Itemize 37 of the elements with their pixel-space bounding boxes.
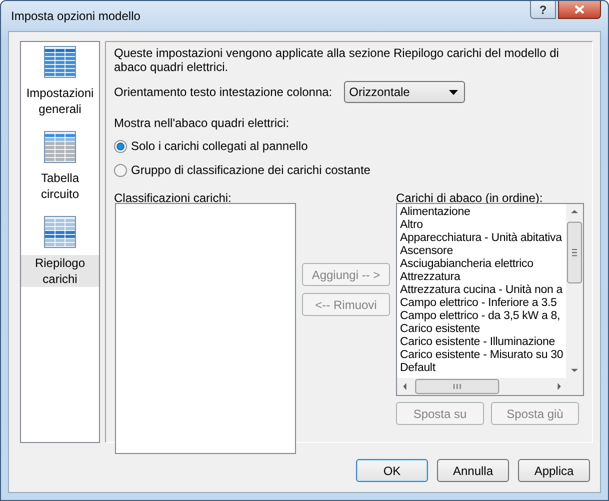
loads-list[interactable] [396, 203, 584, 396]
sidebar-item[interactable]: Riepilogo carichi [21, 255, 99, 287]
table-icon [44, 216, 76, 248]
dialog-button[interactable]: Applica [518, 459, 590, 482]
list-item[interactable]: Alimentazione [400, 206, 470, 219]
radio-button[interactable] [114, 140, 127, 152]
list-item[interactable]: Carico esistente - Misurato su 30 [400, 349, 564, 362]
dialog-button[interactable]: OK [356, 459, 428, 482]
list-item[interactable]: Attrezzatura [400, 271, 460, 284]
list-item[interactable]: Asciugabiancheria elettrico [400, 258, 534, 271]
sidebar-item[interactable]: Tabella circuito [21, 170, 99, 202]
radio-button[interactable] [114, 164, 127, 176]
description-text: Queste impostazioni vengono applicate alla sezione Riepilogo carichi del modello di abaco quadri elettrici. [114, 46, 560, 74]
table-icon [44, 131, 76, 163]
dialog-button[interactable]: Annulla [437, 459, 509, 482]
list-item[interactable]: Campo elettrico - da 3,5 kW a 8, [400, 310, 560, 323]
radio-label: Gruppo di classificazione dei carichi costante [131, 163, 370, 177]
list-item[interactable]: Altro [400, 219, 423, 232]
close-icon [574, 5, 585, 14]
radio-label: Solo i carichi collegati al pannello [131, 139, 308, 153]
dropdown-arrow-icon [449, 90, 458, 94]
section-label: Mostra nell'abaco quadri elettrici: [114, 116, 290, 130]
sidebar-item[interactable]: Impostazioni generali [21, 85, 99, 117]
list-item[interactable]: Default [400, 362, 436, 375]
help-button[interactable]: ? [530, 1, 556, 19]
list-item[interactable]: Apparecchiatura - Unità abitativa [400, 232, 562, 245]
window-title: Imposta opzioni modello [11, 9, 142, 23]
list-item[interactable]: Ascensore [400, 245, 453, 258]
list-item[interactable]: Carico esistente - Illuminazione [400, 336, 555, 349]
table-icon [44, 46, 76, 78]
orientation-label: Orientamento testo intestazione colonna: [114, 85, 332, 99]
close-button[interactable] [558, 1, 601, 19]
list-item[interactable]: Attrezzatura cucina - Unità non a [400, 284, 563, 297]
list-label: Classificazioni carichi: [114, 191, 232, 205]
list-item[interactable]: Campo elettrico - Inferiore a 3.5 [400, 297, 557, 310]
orientation-dropdown[interactable]: Orizzontale [344, 81, 466, 103]
list-item[interactable]: Carico esistente [400, 323, 480, 336]
